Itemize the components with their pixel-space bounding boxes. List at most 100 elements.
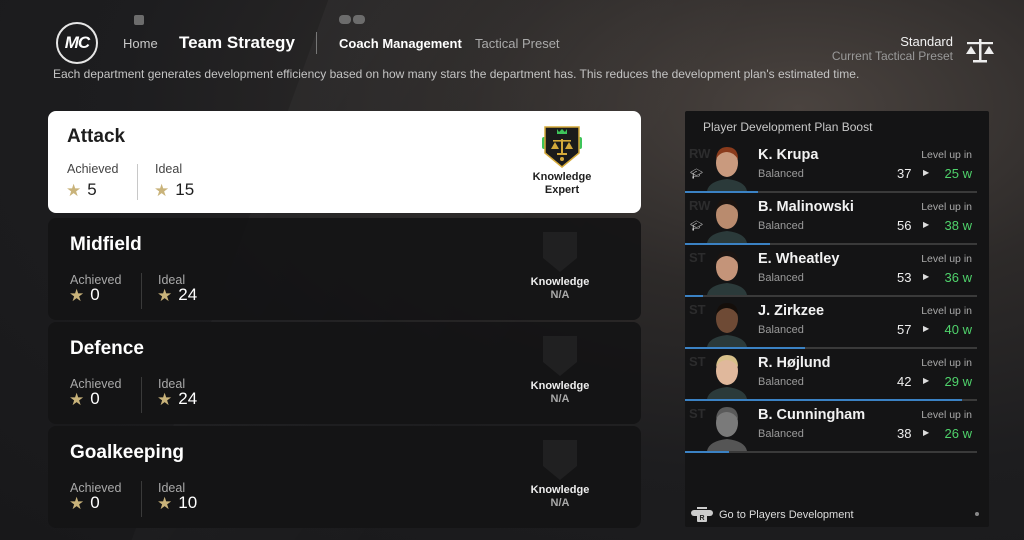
- star-icon: ★: [69, 389, 85, 409]
- stat-divider: [141, 481, 142, 517]
- level-up-weeks: 29 w: [944, 374, 972, 389]
- department-title: Attack: [67, 126, 126, 147]
- lb-rb-button-hints: [339, 15, 365, 24]
- player-current-level: 37: [897, 166, 912, 181]
- achieved-label: Achieved: [67, 162, 119, 176]
- player-development-panel: Player Development Plan Boost RW 🎓︎ K. K…: [685, 111, 989, 527]
- player-current-level: 57: [897, 322, 912, 337]
- player-position: ST: [689, 250, 706, 265]
- department-title: Defence: [70, 338, 144, 359]
- level-up-weeks: 25 w: [944, 166, 972, 181]
- department-card-defence[interactable]: Defence Achieved ★ 0 Ideal ★ 24 Knowledg…: [48, 322, 641, 424]
- svg-text:R: R: [699, 515, 704, 522]
- player-style: Balanced: [758, 428, 804, 440]
- player-avatar: [707, 303, 747, 347]
- department-card-midfield[interactable]: Midfield Achieved ★ 0 Ideal ★ 24 Knowled…: [48, 218, 641, 320]
- level-up-label: Level up in: [921, 305, 972, 317]
- player-avatar: [707, 147, 747, 191]
- player-position: ST: [689, 406, 706, 421]
- achieved-stars: ★ 0: [69, 493, 100, 513]
- player-name: J. Zirkzee: [758, 303, 825, 319]
- player-row[interactable]: RW 🎓︎ B. Malinowski Balanced Level up in…: [685, 193, 977, 245]
- graduation-cap-icon: 🎓︎: [690, 169, 703, 180]
- badge-name: Knowledge: [530, 276, 590, 288]
- player-row[interactable]: ST R. Højlund Balanced Level up in 42 ▶ …: [685, 349, 977, 401]
- knowledge-expert-badge-icon: [542, 126, 582, 168]
- current-preset-name: Standard: [900, 34, 953, 49]
- ideal-stars: ★ 15: [154, 180, 194, 200]
- ideal-label: Ideal: [155, 162, 183, 176]
- achieved-stars: ★ 5: [66, 180, 97, 200]
- development-progress-bar: [685, 451, 977, 453]
- achieved-value: 0: [90, 389, 100, 408]
- stat-divider: [141, 377, 142, 413]
- nav-divider: [316, 32, 317, 54]
- level-up-weeks: 40 w: [944, 322, 972, 337]
- player-name: R. Højlund: [758, 355, 831, 371]
- department-card-attack[interactable]: Attack Achieved ★ 5 Ideal ★ 15 Knowledge…: [48, 111, 641, 213]
- star-icon: ★: [66, 180, 82, 200]
- star-icon: ★: [69, 285, 85, 305]
- achieved-stars: ★ 0: [69, 389, 100, 409]
- player-style: Balanced: [758, 168, 804, 180]
- play-arrow-icon: ▶: [923, 376, 930, 385]
- level-up-label: Level up in: [921, 357, 972, 369]
- ideal-value: 24: [178, 285, 198, 304]
- nav-home[interactable]: Home: [123, 36, 158, 51]
- ideal-value: 10: [178, 493, 198, 512]
- player-avatar: [707, 355, 747, 399]
- player-row[interactable]: ST J. Zirkzee Balanced Level up in 57 ▶ …: [685, 297, 977, 349]
- rb-button-hint-icon: [353, 15, 365, 24]
- department-card-goalkeeping[interactable]: Goalkeeping Achieved ★ 0 Ideal ★ 10 Know…: [48, 426, 641, 528]
- player-name: B. Malinowski: [758, 199, 854, 215]
- ideal-stars: ★ 10: [157, 493, 197, 513]
- tab-tactical-preset[interactable]: Tactical Preset: [475, 36, 560, 51]
- department-title: Midfield: [70, 234, 142, 255]
- coach-badge: Knowledge N/A: [518, 436, 602, 510]
- level-up-label: Level up in: [921, 409, 972, 421]
- player-style: Balanced: [758, 272, 804, 284]
- locked-badge-shield-icon: [543, 440, 577, 480]
- go-to-players-development-button[interactable]: R Go to Players Development: [691, 507, 854, 522]
- player-current-level: 38: [897, 426, 912, 441]
- level-up-label: Level up in: [921, 201, 972, 213]
- player-position: ST: [689, 354, 706, 369]
- graduation-cap-icon: 🎓︎: [690, 221, 703, 232]
- play-arrow-icon: ▶: [923, 220, 930, 229]
- mc-logo: MC: [56, 22, 98, 64]
- scale-icon[interactable]: [964, 36, 996, 64]
- play-arrow-icon: ▶: [923, 272, 930, 281]
- player-position: ST: [689, 302, 706, 317]
- player-row[interactable]: ST B. Cunningham Balanced Level up in 38…: [685, 401, 977, 453]
- play-arrow-icon: ▶: [923, 324, 930, 333]
- badge-name: Knowledge: [532, 171, 592, 183]
- nav-team-strategy[interactable]: Team Strategy: [179, 33, 295, 53]
- player-name: K. Krupa: [758, 147, 819, 163]
- development-progress-fill: [685, 451, 729, 453]
- ideal-stars: ★ 24: [157, 389, 197, 409]
- badge-level: N/A: [550, 289, 570, 301]
- stat-divider: [141, 273, 142, 309]
- ideal-value: 24: [178, 389, 198, 408]
- player-style: Balanced: [758, 376, 804, 388]
- locked-badge-shield-icon: [543, 232, 577, 272]
- star-icon: ★: [154, 180, 170, 200]
- achieved-stars: ★ 0: [69, 285, 100, 305]
- tab-coach-management[interactable]: Coach Management: [339, 36, 462, 51]
- achieved-value: 0: [90, 285, 100, 304]
- panel-title: Player Development Plan Boost: [703, 120, 873, 134]
- page-description: Each department generates development ef…: [53, 67, 860, 81]
- badge-level: N/A: [550, 497, 570, 509]
- player-row[interactable]: RW 🎓︎ K. Krupa Balanced Level up in 37 ▶…: [685, 141, 977, 193]
- lt-button-hint-icon: [134, 15, 144, 25]
- stat-divider: [137, 164, 138, 200]
- level-up-label: Level up in: [921, 253, 972, 265]
- player-style: Balanced: [758, 324, 804, 336]
- player-current-level: 56: [897, 218, 912, 233]
- player-row[interactable]: ST E. Wheatley Balanced Level up in 53 ▶…: [685, 245, 977, 297]
- ideal-value: 15: [175, 180, 195, 199]
- player-placeholder-avatar: [707, 407, 747, 451]
- star-icon: ★: [157, 285, 173, 305]
- badge-level: N/A: [550, 393, 570, 405]
- player-name: E. Wheatley: [758, 251, 840, 267]
